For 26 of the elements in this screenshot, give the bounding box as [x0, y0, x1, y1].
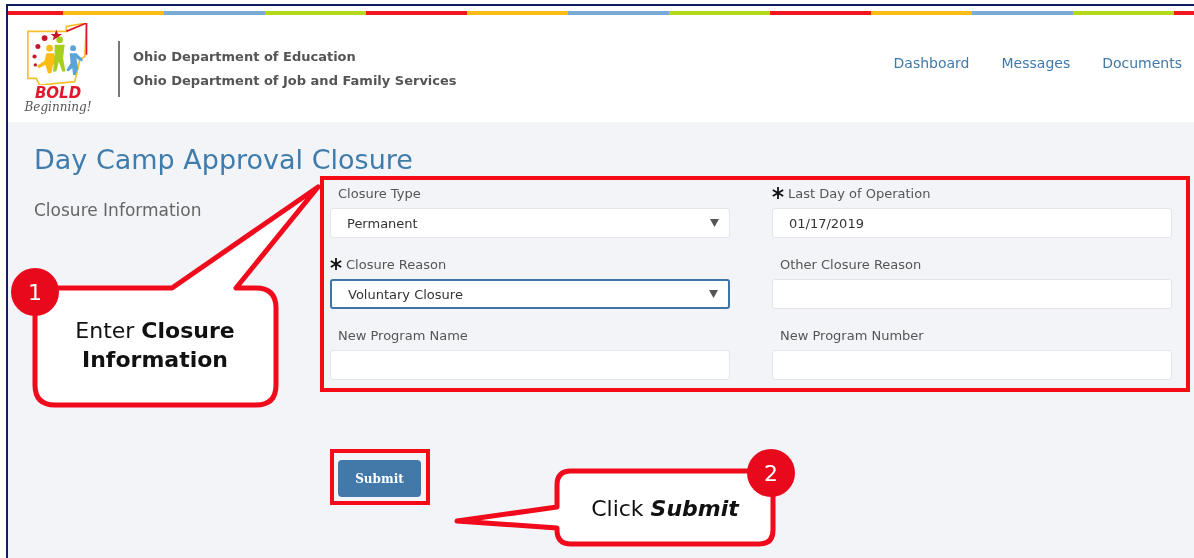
input-field[interactable] — [330, 350, 730, 380]
dropdown-field[interactable]: Voluntary Closure — [330, 279, 730, 309]
organization-name: Ohio Department of Job and Family Services — [133, 73, 457, 88]
dropdown-caret-icon — [709, 290, 718, 298]
dropdown-field[interactable]: Permanent — [330, 208, 730, 238]
page-title: Day Camp Approval Closure — [34, 144, 414, 176]
input-field[interactable]: 01/17/2019 — [772, 208, 1172, 238]
submit-button[interactable]: Submit — [338, 460, 421, 497]
input-field[interactable] — [772, 350, 1172, 380]
field-label: Closure Reason — [346, 256, 447, 272]
input-field[interactable] — [772, 279, 1172, 309]
field-label: Closure Type — [338, 185, 421, 201]
nav-link[interactable]: Messages — [1001, 54, 1071, 71]
nav-link[interactable]: Dashboard — [893, 54, 970, 71]
field-label: New Program Name — [338, 327, 468, 343]
organization-name: Ohio Department of Education — [133, 49, 357, 64]
callout-text: Enter Closure Information — [74, 317, 236, 374]
section-heading: Closure Information — [34, 199, 203, 220]
field-label: Other Closure Reason — [780, 256, 922, 272]
dropdown-caret-icon — [710, 219, 719, 227]
logo-title: BOLD — [34, 85, 82, 101]
nav-link[interactable]: Documents — [1102, 54, 1182, 71]
field-label: Last Day of Operation — [788, 185, 931, 201]
callout-text: Click Submit — [590, 495, 741, 523]
logo-subtitle: Beginning! — [24, 101, 92, 114]
field-label: New Program Number — [780, 327, 924, 343]
